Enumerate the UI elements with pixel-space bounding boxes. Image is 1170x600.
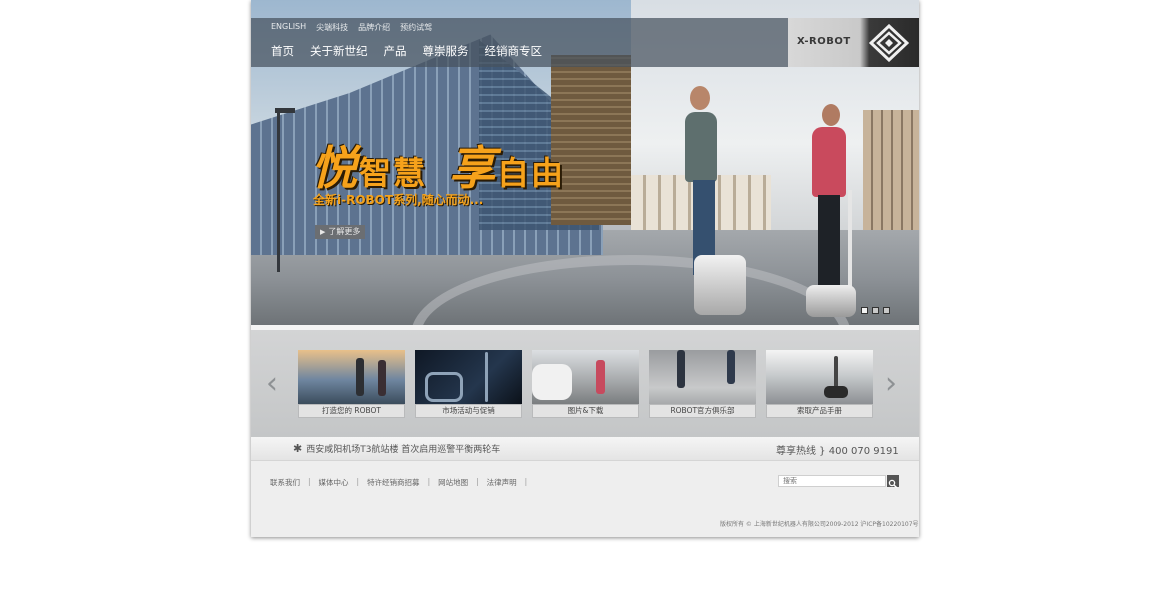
footer-link-sitemap[interactable]: 网站地图	[438, 477, 468, 488]
slogan-part-2: 智慧	[359, 154, 428, 192]
footer-separator: |	[524, 477, 528, 486]
util-nav-english[interactable]: ENGLISH	[271, 22, 306, 33]
gallery-tile-club[interactable]: ROBOT官方俱乐部	[649, 350, 756, 418]
news-text: 西安咸阳机场T3航站楼 首次启用巡警平衡两轮车	[306, 445, 501, 455]
footer-link-dealer-recruit[interactable]: 特许经销商招募	[367, 477, 420, 488]
footer-link-contact[interactable]: 联系我们	[270, 477, 300, 488]
slide-dot-1[interactable]	[861, 307, 868, 314]
page-frame: 悦智慧 享自由 全新i-ROBOT系列,随心而动... ▶ 了解更多 ENGLISH…	[251, 0, 919, 537]
learn-more-label: 了解更多	[328, 227, 361, 236]
gallery-image-brochure	[766, 350, 873, 404]
gallery-image-build	[298, 350, 405, 404]
footer-links: 联系我们 | 媒体中心 | 特许经销商招募 | 网站地图 | 法律声明 |	[270, 477, 535, 488]
robot-scooter-1	[694, 255, 746, 315]
utility-nav: ENGLISH 尖端科技 品牌介绍 预约试驾	[271, 22, 432, 33]
util-nav-brand[interactable]: 品牌介绍	[358, 22, 390, 33]
chevron-right-icon[interactable]: ›	[885, 369, 897, 399]
chevron-left-icon[interactable]: ‹	[266, 369, 278, 399]
news-bar: ✱ 西安咸阳机场T3航站楼 首次启用巡警平衡两轮车 尊享热线 } 400 070 …	[251, 437, 919, 461]
search-icon	[888, 479, 898, 489]
learn-more-button[interactable]: ▶ 了解更多	[315, 225, 366, 239]
slide-pager	[861, 307, 890, 314]
footer-separator: |	[356, 477, 360, 486]
footer-separator: |	[427, 477, 431, 486]
gallery-image-club	[649, 350, 756, 404]
gallery-image-events	[415, 350, 522, 404]
footer-separator: |	[308, 477, 311, 486]
search-button[interactable]	[887, 475, 899, 489]
slide-dot-2[interactable]	[872, 307, 879, 314]
slogan-part-1: 悦	[311, 141, 359, 195]
nav-products[interactable]: 产品	[384, 43, 407, 59]
play-arrow-icon: ▶	[320, 228, 326, 236]
gallery-image-downloads	[532, 350, 639, 404]
rider-female-legs	[818, 195, 840, 285]
gallery-caption-build: 打造您的 ROBOT	[298, 404, 405, 418]
util-nav-technology[interactable]: 尖端科技	[316, 22, 348, 33]
main-nav: 首页 关于新世纪 产品 尊崇服务 经销商专区	[271, 43, 542, 59]
nav-services[interactable]: 尊崇服务	[423, 43, 469, 59]
gallery-caption-club: ROBOT官方俱乐部	[649, 404, 756, 418]
gallery-caption-downloads: 图片&下载	[532, 404, 639, 418]
brand-logo[interactable]: X-ROBOT	[788, 18, 919, 67]
feature-gallery: ‹ › 打造您的 ROBOT 市场活动与促销 图片&下载 ROBOT官方俱乐部 …	[251, 330, 919, 437]
diamond-logo-icon	[869, 24, 909, 62]
top-nav-bar: ENGLISH 尖端科技 品牌介绍 预约试驾 首页 关于新世纪 产品 尊崇服务 …	[251, 18, 788, 67]
footer-link-media[interactable]: 媒体中心	[319, 477, 349, 488]
footer-separator: |	[476, 477, 479, 486]
nav-dealers[interactable]: 经销商专区	[485, 43, 543, 59]
hero-tagline: 全新i-ROBOT系列,随心而动...	[313, 193, 484, 207]
hero-slogan: 悦智慧 享自由	[311, 132, 565, 198]
slogan-part-4: 自由	[497, 154, 566, 192]
news-item[interactable]: ✱ 西安咸阳机场T3航站楼 首次启用巡警平衡两轮车	[293, 442, 500, 455]
nav-home[interactable]: 首页	[271, 43, 294, 59]
rider-female-body	[812, 127, 846, 197]
search-input[interactable]	[778, 475, 886, 487]
footer-link-legal[interactable]: 法律声明	[487, 477, 517, 488]
hotline: 尊享热线 } 400 070 9191	[776, 446, 899, 457]
asterisk-icon: ✱	[293, 442, 303, 455]
rider-male-body	[685, 112, 717, 182]
gallery-tile-brochure[interactable]: 索取产品手册	[766, 350, 873, 418]
hero-lamp-head	[275, 108, 295, 113]
gallery-tile-downloads[interactable]: 图片&下载	[532, 350, 639, 418]
nav-about[interactable]: 关于新世纪	[310, 43, 368, 59]
robot-scooter-2-handle	[848, 190, 852, 300]
copyright-text: 版权所有 © 上海新世纪机器人有限公司2009-2012 沪ICP备102201…	[720, 521, 919, 528]
slogan-part-3: 享	[449, 141, 498, 195]
rider-female-head	[822, 104, 840, 126]
hero-street-lamp	[277, 112, 280, 272]
gallery-caption-events: 市场活动与促销	[415, 404, 522, 418]
gallery-tiles: 打造您的 ROBOT 市场活动与促销 图片&下载 ROBOT官方俱乐部 索取产品…	[298, 350, 873, 418]
logo-text: X-ROBOT	[797, 36, 851, 47]
util-nav-test-drive[interactable]: 预约试驾	[400, 22, 432, 33]
slide-dot-3[interactable]	[883, 307, 890, 314]
robot-scooter-2	[806, 285, 856, 317]
rider-male-head	[690, 86, 710, 110]
gallery-tile-build[interactable]: 打造您的 ROBOT	[298, 350, 405, 418]
gallery-caption-brochure: 索取产品手册	[766, 404, 873, 418]
gallery-tile-events[interactable]: 市场活动与促销	[415, 350, 522, 418]
